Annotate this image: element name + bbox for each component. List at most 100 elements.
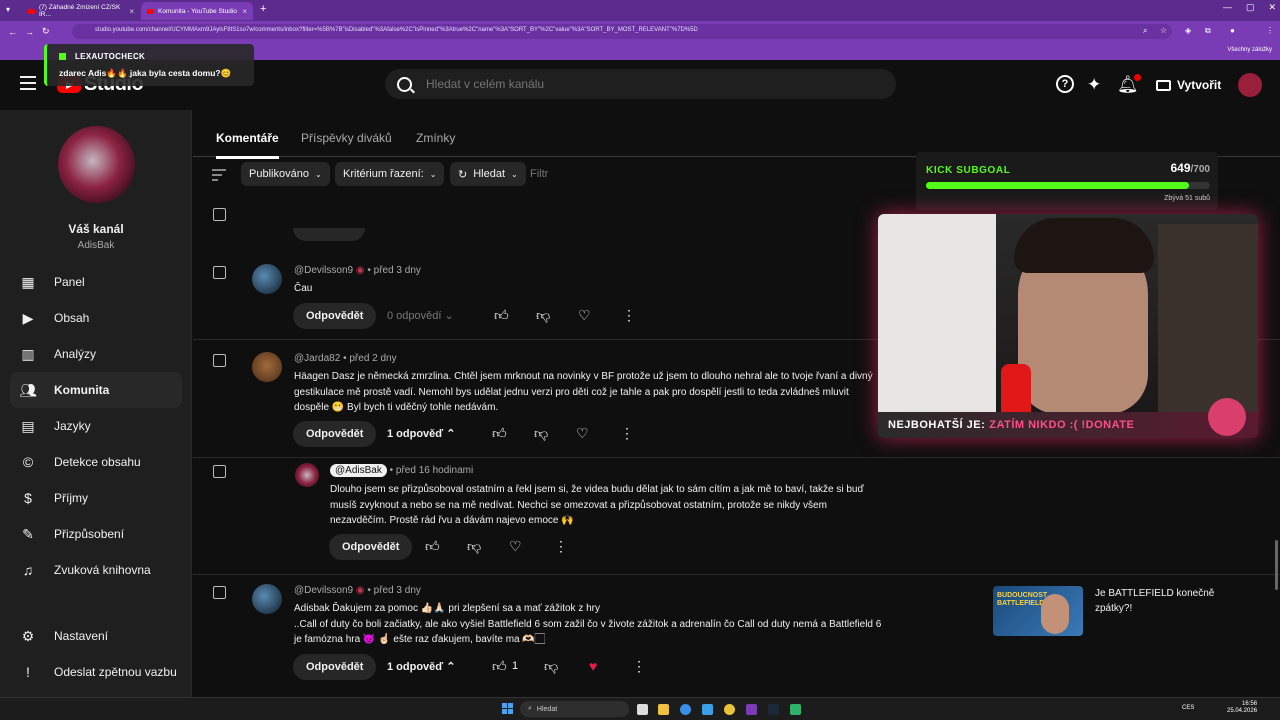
- extensions-puzzle-icon[interactable]: ⧉: [1205, 26, 1211, 36]
- chrome-icon[interactable]: [724, 704, 735, 715]
- tab-comments[interactable]: Komentáře: [216, 131, 279, 159]
- comment-author[interactable]: @Jarda82: [294, 353, 340, 364]
- sidebar-item-audio-library[interactable]: ♫ Zvuková knihovna: [10, 552, 182, 588]
- sidebar-item-analytics[interactable]: ▥ Analýzy: [10, 336, 182, 372]
- sidebar-item-panel[interactable]: ▦ Panel: [10, 264, 182, 300]
- comment-checkbox[interactable]: [213, 465, 226, 478]
- sparkle-icon[interactable]: ✦: [1087, 75, 1101, 95]
- thumbs-down-icon[interactable]: 👎︎: [467, 538, 481, 555]
- windows-start-icon[interactable]: [502, 703, 513, 714]
- sidebar-item-settings[interactable]: ⚙ Nastavení: [10, 618, 182, 654]
- notifications-icon[interactable]: 🔔︎: [1117, 74, 1141, 95]
- comment-time[interactable]: před 16 hodinami: [396, 465, 473, 476]
- task-view-icon[interactable]: [637, 704, 648, 715]
- search-icon[interactable]: [397, 76, 412, 92]
- owner-avatar[interactable]: [295, 463, 319, 487]
- sidebar-item-feedback[interactable]: ! Odeslat zpětnou vazbu: [10, 654, 182, 690]
- zoom-icon[interactable]: ⌕: [1143, 26, 1147, 36]
- published-filter-chip[interactable]: Publikováno ⌄: [241, 162, 330, 186]
- edge-icon[interactable]: [680, 704, 691, 715]
- search-filter-chip[interactable]: ↻ Hledat ⌄: [450, 162, 526, 186]
- tab-viewer-posts[interactable]: Příspěvky diváků: [301, 131, 392, 145]
- store-icon[interactable]: [702, 704, 713, 715]
- menu-icon[interactable]: [20, 76, 36, 90]
- comment-checkbox[interactable]: [213, 586, 226, 599]
- comment-time[interactable]: před 3 dny: [374, 585, 421, 596]
- commenter-avatar[interactable]: [252, 584, 282, 614]
- video-title[interactable]: Je BATTLEFIELD konečně zpátky?!: [1095, 586, 1225, 616]
- thumbs-down-icon[interactable]: 👎︎: [536, 307, 550, 324]
- search-bar[interactable]: [385, 69, 896, 99]
- maximize-icon[interactable]: ▢: [1246, 2, 1255, 13]
- reply-button[interactable]: Odpovědět: [293, 303, 377, 329]
- file-explorer-icon[interactable]: [658, 704, 669, 715]
- all-bookmarks-label[interactable]: Všechny záložky: [1227, 47, 1272, 53]
- creator-heart-icon[interactable]: ♥: [589, 658, 597, 674]
- tab-mentions[interactable]: Zmínky: [416, 131, 455, 145]
- extension-icon[interactable]: ◈: [1185, 26, 1191, 35]
- browser-tab[interactable]: (7) Záhadné Zmizení CZ/SK IR... ×: [22, 2, 140, 20]
- more-options-icon[interactable]: ⋮: [554, 538, 568, 555]
- sidebar-item-community[interactable]: 👥︎ Komunita: [10, 372, 182, 408]
- comment-author[interactable]: @Devilsson9: [294, 265, 353, 276]
- keyboard-language[interactable]: CES: [1182, 705, 1194, 711]
- replies-toggle[interactable]: 1 odpověď ⌃: [387, 427, 455, 440]
- account-avatar[interactable]: [1238, 73, 1262, 97]
- new-tab-button[interactable]: +: [260, 3, 266, 15]
- commenter-avatar[interactable]: [252, 264, 282, 294]
- comment-time[interactable]: před 2 dny: [349, 353, 396, 364]
- help-icon[interactable]: ?: [1056, 75, 1074, 93]
- minimize-icon[interactable]: —: [1223, 2, 1232, 13]
- taskbar-search[interactable]: ⌕ Hledat: [520, 701, 629, 717]
- app-icon[interactable]: [746, 704, 757, 715]
- profile-icon[interactable]: ●: [1230, 26, 1235, 35]
- comment-checkbox[interactable]: [213, 266, 226, 279]
- bookmark-star-icon[interactable]: ☆: [1160, 26, 1167, 35]
- forward-icon[interactable]: →: [25, 27, 34, 37]
- close-tab-icon[interactable]: ×: [129, 7, 134, 16]
- sidebar-item-languages[interactable]: ▤ Jazyky: [10, 408, 182, 444]
- replies-toggle[interactable]: 1 odpověď ⌃: [387, 660, 455, 673]
- scrollbar[interactable]: [1275, 540, 1278, 590]
- thumbs-down-icon[interactable]: 👎︎: [534, 425, 548, 442]
- comment-author[interactable]: @Devilsson9: [294, 585, 353, 596]
- sidebar-item-earnings[interactable]: $ Příjmy: [10, 480, 182, 516]
- heart-icon[interactable]: ♡: [509, 538, 522, 555]
- comment-checkbox[interactable]: [213, 354, 226, 367]
- sidebar-item-customization[interactable]: ✎ Přizpůsobení: [10, 516, 182, 552]
- tab-search-icon[interactable]: ▾: [6, 5, 10, 14]
- heart-icon[interactable]: ♡: [576, 425, 589, 442]
- reload-icon[interactable]: ↻: [42, 26, 50, 37]
- owner-handle-pill[interactable]: @AdisBak: [330, 464, 387, 477]
- more-options-icon[interactable]: ⋮: [622, 307, 636, 324]
- heart-icon[interactable]: ♡: [578, 307, 591, 324]
- filter-icon[interactable]: [212, 169, 226, 184]
- create-button[interactable]: Vytvořit: [1150, 73, 1227, 97]
- reply-button[interactable]: Odpovědět: [329, 534, 413, 560]
- browser-tab-active[interactable]: Komunita - YouTube Studio ×: [141, 2, 253, 20]
- thumbs-up-icon[interactable]: 👍︎: [492, 425, 507, 442]
- video-thumbnail[interactable]: BUDOUCNOST BATTLEFIELDU: [993, 586, 1083, 636]
- select-all-checkbox[interactable]: [213, 208, 226, 221]
- search-input[interactable]: [426, 77, 866, 91]
- back-icon[interactable]: ←: [8, 27, 17, 37]
- more-options-icon[interactable]: ⋮: [620, 425, 634, 442]
- url-text[interactable]: studio.youtube.com/channel/UCYMMAxm9JAyl…: [95, 27, 698, 33]
- reply-button[interactable]: Odpovědět: [293, 654, 377, 680]
- channel-avatar[interactable]: [58, 126, 135, 203]
- sidebar-item-content-detection[interactable]: © Detekce obsahu: [10, 444, 182, 480]
- thumbs-up-icon[interactable]: 👍︎: [425, 538, 440, 555]
- thumbs-down-icon[interactable]: 👎︎: [544, 658, 558, 675]
- commenter-avatar[interactable]: [252, 352, 282, 382]
- close-tab-icon[interactable]: ×: [242, 7, 247, 16]
- app-icon[interactable]: [790, 704, 801, 715]
- thumbs-up-icon[interactable]: 👍︎: [492, 658, 507, 675]
- thumbs-up-icon[interactable]: 👍︎: [494, 307, 509, 324]
- more-options-icon[interactable]: ⋮: [632, 658, 646, 675]
- replies-toggle[interactable]: 0 odpovědí ⌄: [387, 309, 454, 322]
- browser-menu-icon[interactable]: ⋮: [1266, 26, 1274, 35]
- sort-filter-chip[interactable]: Kritérium řazení: ⌄: [335, 162, 445, 186]
- system-clock[interactable]: 16:56 25.04.2026: [1227, 701, 1257, 715]
- sidebar-item-content[interactable]: ▶ Obsah: [10, 300, 182, 336]
- reply-button[interactable]: Odpovědět: [293, 421, 377, 447]
